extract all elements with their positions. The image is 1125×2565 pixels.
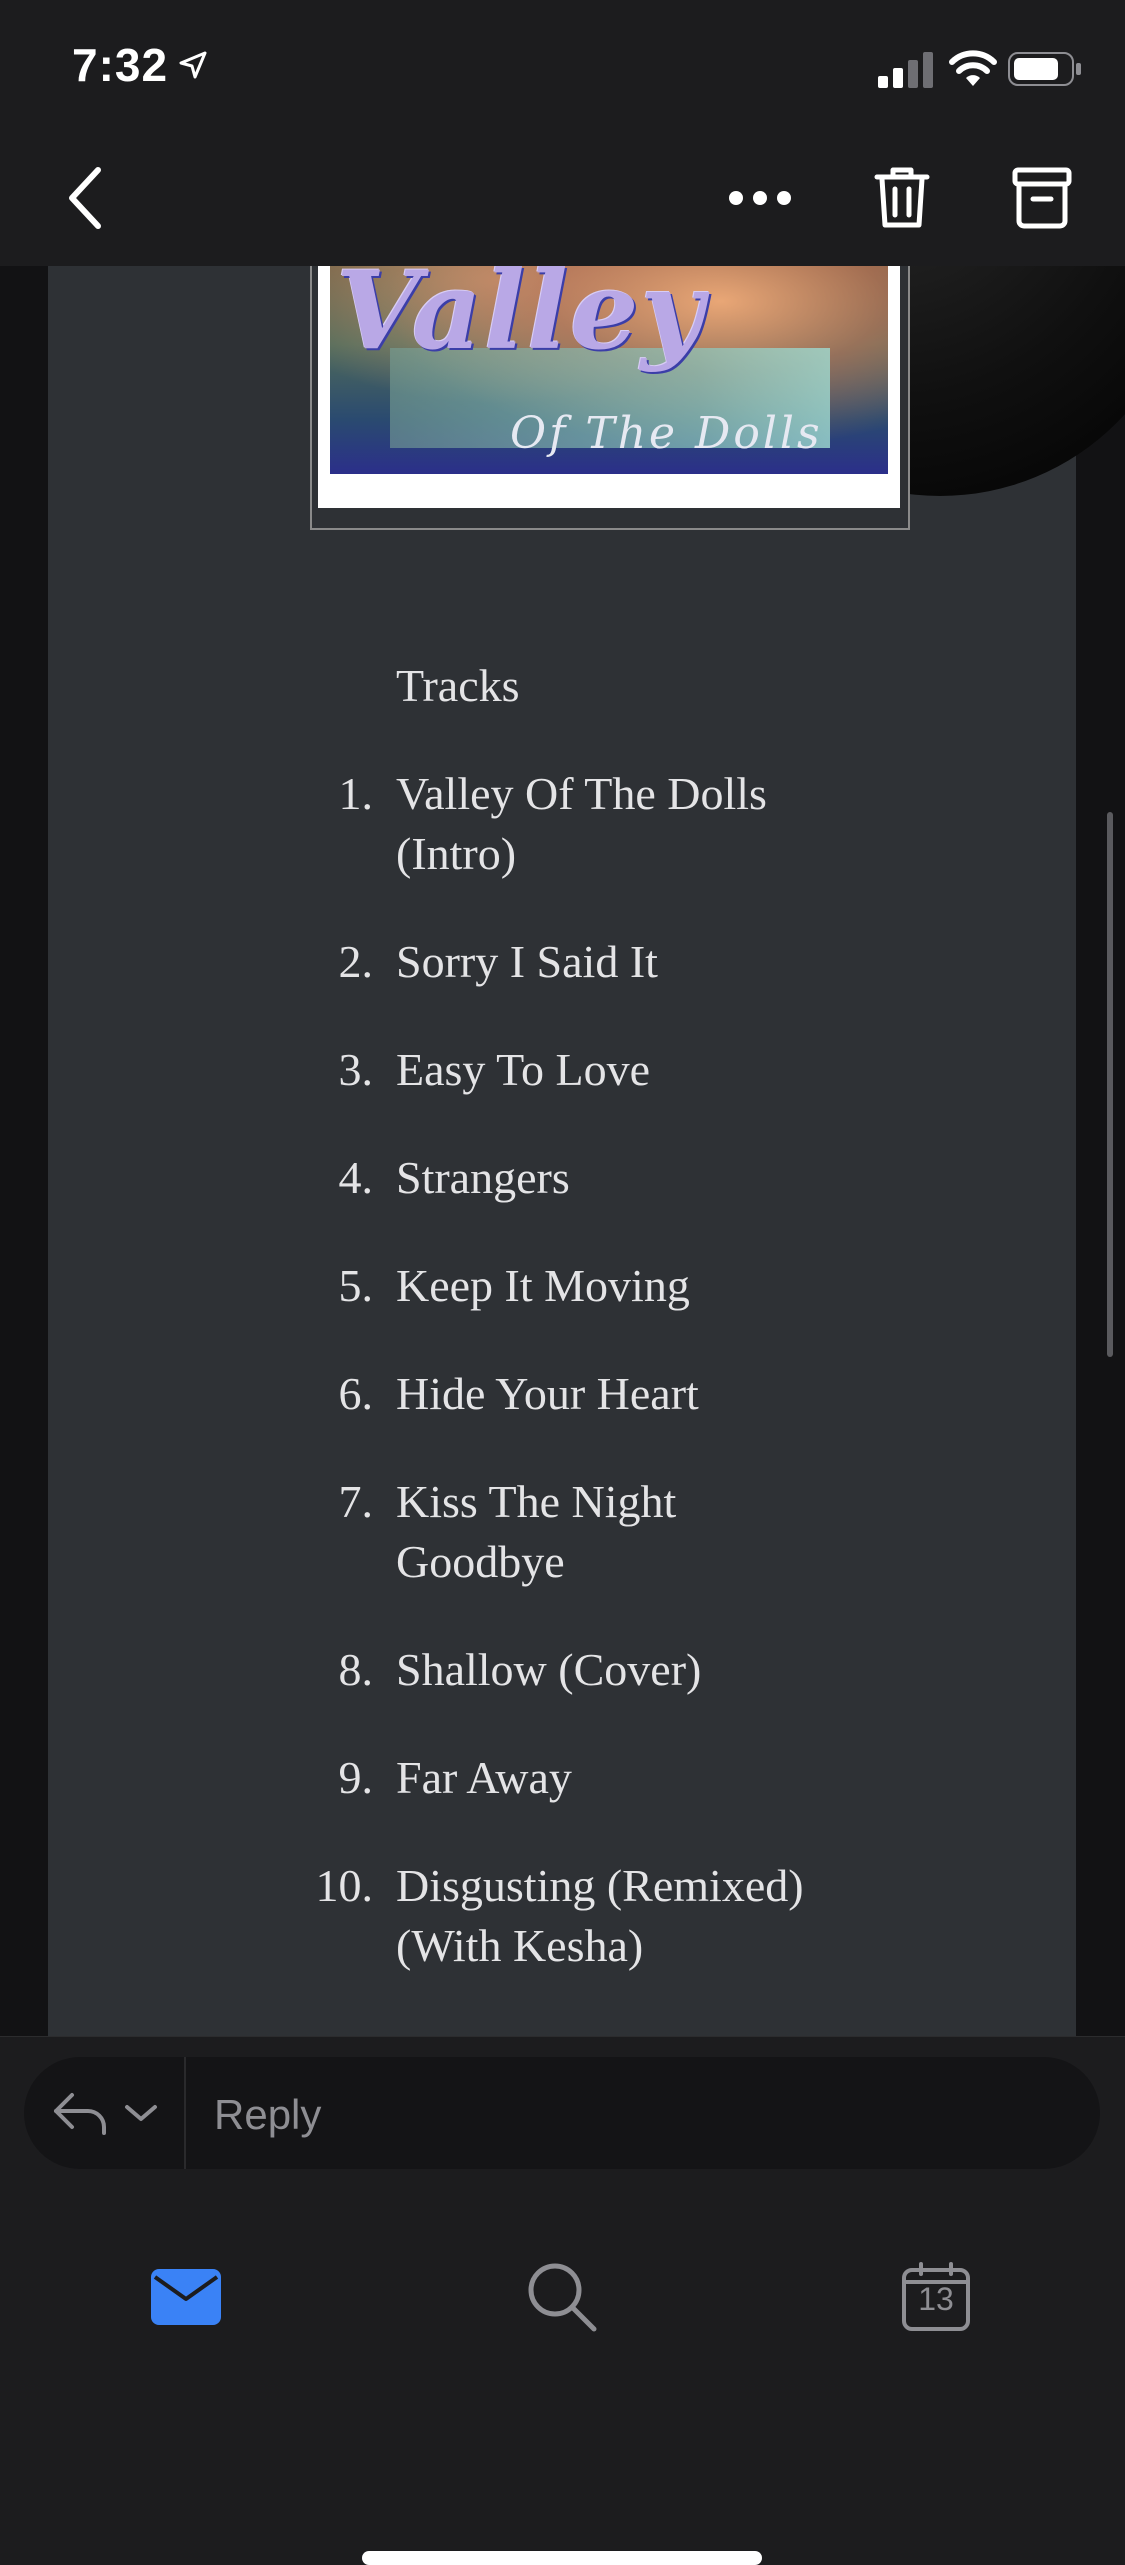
battery-icon [1008, 52, 1081, 86]
back-button[interactable] [44, 156, 124, 240]
track-title: Shallow (Cover) [396, 1644, 702, 1695]
reply-bar[interactable]: Reply [24, 2057, 1100, 2169]
cellular-signal-icon [878, 52, 933, 88]
track-title: Hide Your Heart [396, 1368, 699, 1419]
track-number: 9. [338, 1752, 374, 1803]
tab-calendar[interactable]: 13 [886, 2247, 986, 2347]
tab-search[interactable] [512, 2247, 612, 2347]
reply-input[interactable]: Reply [214, 2091, 321, 2139]
delete-button[interactable] [862, 154, 942, 242]
reply-options-button[interactable] [24, 2057, 186, 2169]
track-number: 2. [338, 936, 374, 987]
ellipsis-icon [729, 191, 791, 205]
email-content[interactable]: Valley Of The Dolls Tracks 1. Valley Of … [0, 266, 1125, 2036]
status-time: 7:32 [72, 39, 169, 91]
mail-envelope-icon [151, 2269, 221, 2325]
album-artwork: Valley Of The Dolls [310, 266, 1125, 530]
track-number: 4. [338, 1152, 374, 1203]
track-number: 7. [338, 1476, 374, 1527]
search-icon [528, 2263, 597, 2332]
track-number: 6. [338, 1368, 374, 1419]
track-title: Sorry I Said It [396, 936, 658, 987]
track-number: 5. [338, 1260, 374, 1311]
bottom-toolbar: Reply 13 [0, 2036, 1125, 2565]
track-number: 10. [315, 1860, 374, 1911]
album-frame: Valley Of The Dolls [310, 266, 910, 530]
album-cover-image: Valley Of The Dolls [330, 266, 888, 474]
track-number: 8. [338, 1644, 374, 1695]
location-arrow-icon [179, 51, 207, 79]
album-cover-subtitle: Of The Dolls [510, 408, 823, 459]
album-cover-title: Valley [336, 266, 706, 374]
tab-mail[interactable] [136, 2247, 236, 2347]
track-title: Disgusting (Remixed) (With Kesha) [396, 1860, 804, 1971]
chevron-down-icon [125, 2105, 157, 2121]
track-title: Keep It Moving [396, 1260, 690, 1311]
home-indicator[interactable] [362, 2551, 762, 2565]
email-nav-bar [0, 130, 1125, 267]
chevron-left-icon [69, 167, 101, 229]
track-title: Strangers [396, 1152, 570, 1203]
tracks-heading: Tracks [396, 660, 520, 711]
status-bar: 7:32 [0, 0, 1125, 130]
track-number: 1. [338, 768, 374, 819]
email-body: Valley Of The Dolls Tracks 1. Valley Of … [48, 266, 1125, 2036]
more-options-button[interactable] [720, 156, 800, 240]
trash-icon [874, 167, 930, 228]
track-title: Kiss The Night Goodbye [396, 1476, 677, 1587]
track-number: 3. [338, 1044, 374, 1095]
vertical-scrollbar[interactable] [1107, 812, 1113, 1357]
archive-box-icon [1012, 167, 1072, 229]
reply-arrow-icon [54, 2093, 106, 2135]
wifi-icon [949, 50, 997, 86]
track-title: Far Away [396, 1752, 572, 1803]
track-title: Easy To Love [396, 1044, 650, 1095]
archive-button[interactable] [1000, 154, 1084, 242]
tab-bar: 13 [0, 2187, 1125, 2565]
calendar-day-number: 13 [918, 2281, 954, 2317]
track-title: Valley Of The Dolls (Intro) [396, 768, 767, 879]
